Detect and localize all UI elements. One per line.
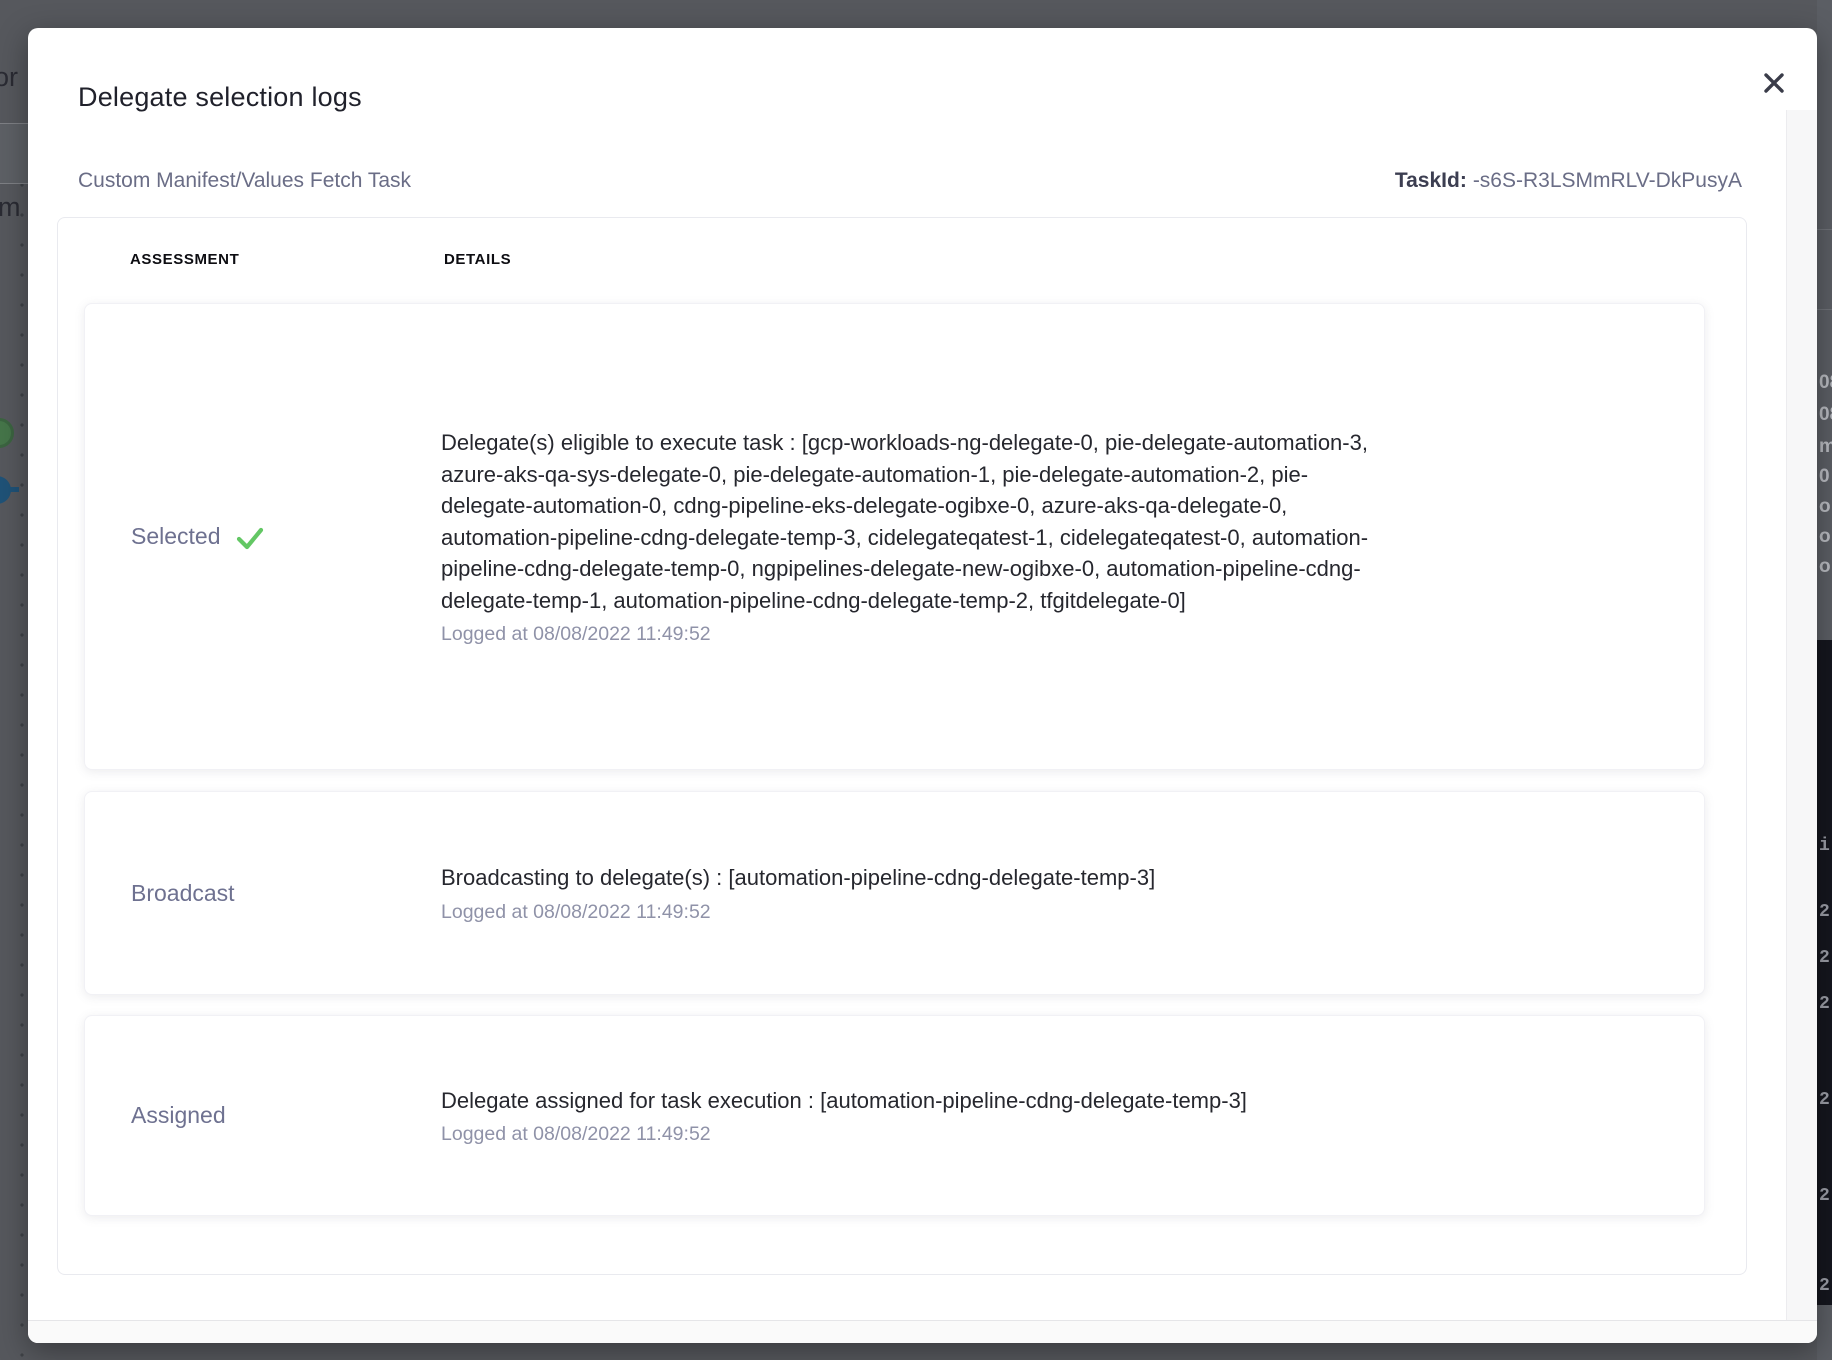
log-timestamp: Logged at 08/08/2022 11:49:52	[441, 1123, 1393, 1146]
assessment-cell: Selected	[85, 518, 441, 555]
log-message: Delegate(s) eligible to execute task : […	[441, 427, 1393, 616]
column-header-details: DETAILS	[444, 251, 511, 268]
log-timestamp: Logged at 08/08/2022 11:49:52	[441, 901, 1393, 924]
assessment-cell: Broadcast	[85, 880, 441, 907]
background-text-fragment: 0	[1819, 466, 1830, 488]
background-text-fragment: o	[1819, 526, 1831, 548]
page-title: Delegate selection logs	[78, 82, 362, 113]
background-text-fragment: or	[0, 62, 18, 93]
log-timestamp: Logged at 08/08/2022 11:49:52	[441, 623, 1393, 646]
log-message: Delegate assigned for task execution : […	[441, 1085, 1393, 1117]
background-text-fragment: o	[1819, 496, 1831, 518]
background-divider	[0, 183, 28, 184]
page: { "dialog": { "title": "Delegate selecti…	[0, 0, 1832, 1360]
task-id: TaskId: -s6S-R3LSMmRLV-DkPusyA	[1395, 169, 1742, 193]
background-canvas-bottom	[0, 1341, 1832, 1360]
pipeline-edge	[9, 487, 19, 492]
selection-logs-table: ASSESSMENT DETAILS Selected Delegate(s) …	[57, 217, 1747, 1275]
modal-scrollbar-gutter[interactable]	[1786, 110, 1817, 1320]
assessment-label: Assigned	[131, 1102, 226, 1129]
background-text-fragment: 2	[1819, 902, 1830, 922]
background-text-fragment: 2	[1819, 1276, 1830, 1296]
background-text-fragment: 2	[1819, 994, 1830, 1014]
assessment-cell: Assigned	[85, 1102, 441, 1129]
details-cell: Broadcasting to delegate(s) : [automatio…	[441, 862, 1393, 924]
table-row: Selected Delegate(s) eligible to execute…	[84, 303, 1705, 770]
delegate-selection-logs-modal: Delegate selection logs Custom Manifest/…	[28, 28, 1817, 1343]
assessment-label: Selected	[131, 523, 221, 550]
background-text-fragment: 2	[1819, 948, 1830, 968]
background-divider	[1817, 309, 1832, 310]
background-text-fragment: 2	[1819, 1186, 1830, 1206]
background-divider	[0, 123, 28, 124]
details-cell: Delegate assigned for task execution : […	[441, 1085, 1393, 1147]
close-icon	[1759, 68, 1789, 101]
background-text-fragment: m	[1819, 436, 1832, 458]
task-id-value: -s6S-R3LSMmRLV-DkPusyA	[1473, 169, 1742, 192]
background-text-fragment: 2	[1819, 1090, 1830, 1110]
background-text-fragment: i:	[1819, 836, 1832, 856]
background-console-strip: 08 08 m 0 o o o i: 2 2 2 2 2 2	[1817, 0, 1832, 1360]
task-id-label: TaskId:	[1395, 169, 1467, 192]
background-divider	[1817, 229, 1832, 230]
close-button[interactable]	[1746, 56, 1802, 112]
table-row: Assigned Delegate assigned for task exec…	[84, 1015, 1705, 1216]
column-header-assessment: ASSESSMENT	[130, 251, 239, 268]
details-cell: Delegate(s) eligible to execute task : […	[441, 427, 1393, 646]
background-text-fragment: m	[0, 192, 21, 223]
log-message: Broadcasting to delegate(s) : [automatio…	[441, 862, 1393, 894]
background-log-console: i: 2 2 2 2 2 2	[1817, 640, 1832, 1305]
check-icon	[233, 521, 267, 555]
modal-footer	[28, 1320, 1817, 1343]
background-text-fragment: o	[1819, 556, 1831, 578]
task-name-label: Custom Manifest/Values Fetch Task	[78, 169, 411, 193]
background-text-fragment: 08	[1819, 372, 1832, 394]
background-text-fragment: 08	[1819, 404, 1832, 426]
assessment-label: Broadcast	[131, 880, 235, 907]
background-canvas-left	[0, 128, 28, 1360]
table-row: Broadcast Broadcasting to delegate(s) : …	[84, 791, 1705, 995]
background-panel-fragment	[0, 124, 28, 184]
